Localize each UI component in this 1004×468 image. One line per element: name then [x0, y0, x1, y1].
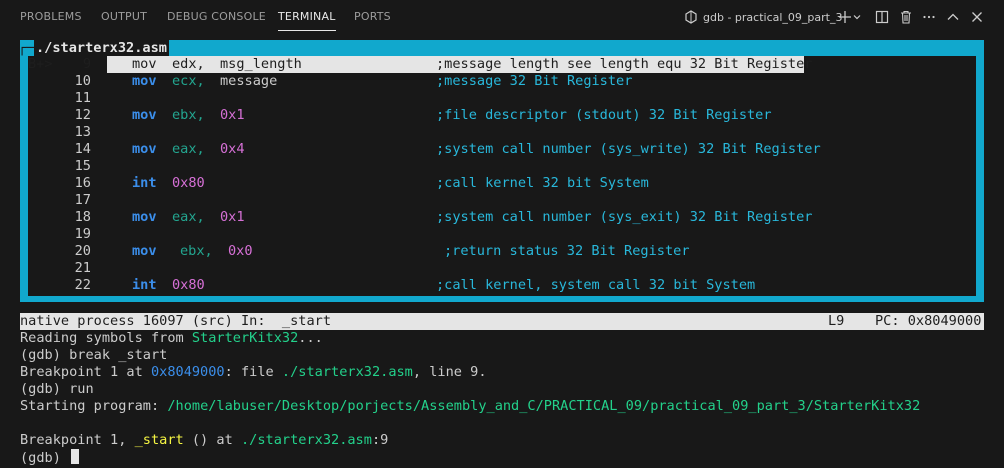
- tab-debug-console[interactable]: DEBUG CONSOLE: [167, 10, 266, 23]
- console-line: (gdb) run: [20, 381, 94, 397]
- current-line: L9: [828, 313, 845, 329]
- source-line: 13: [28, 124, 976, 141]
- source-line: 19: [28, 226, 976, 243]
- comment: ;system call number (sys_write) 32 Bit R…: [436, 141, 821, 157]
- operand: msg_length: [220, 56, 302, 72]
- ellipsis-icon[interactable]: [920, 8, 938, 26]
- line-number: 21: [74, 260, 91, 276]
- comment: ;call kernel 32 bit System: [436, 175, 649, 191]
- source-line: 22 int 0x80 ;call kernel, system call 32 bi…: [28, 277, 976, 294]
- instruction: mov: [132, 107, 157, 123]
- comment: ;return status 32 Bit Register: [444, 243, 690, 259]
- panel-tab-bar: PROBLEMS OUTPUT DEBUG CONSOLE TERMINAL P…: [0, 0, 1004, 34]
- comment: ;message 32 Bit Register: [436, 73, 633, 89]
- register: eax,: [172, 209, 205, 225]
- register: ebx,: [180, 243, 213, 259]
- console-line: (gdb) break _start: [20, 347, 168, 363]
- operand: 0x1: [220, 209, 245, 225]
- source-line: 10 mov ecx, message ;message 32 Bit Register: [28, 73, 976, 90]
- chevron-up-icon[interactable]: [944, 8, 962, 26]
- line-number: 13: [74, 124, 91, 140]
- instruction: mov: [132, 141, 157, 157]
- source-window-title: ./starterx32.asm: [18, 40, 169, 57]
- operand: 0x1: [220, 107, 245, 123]
- comment: ;file descriptor (stdout) 32 Bit Registe…: [436, 107, 772, 123]
- instruction: mov: [132, 209, 157, 225]
- operand: 0x80: [172, 277, 205, 293]
- console-line: Breakpoint 1, _start () at ./starterx32.…: [20, 432, 389, 448]
- source-line: 15: [28, 158, 976, 175]
- source-line: B+> 9 mov edx, msg_length ;message length see…: [28, 56, 976, 73]
- operand: 0x4: [220, 141, 245, 157]
- console-line: Starting program: /home/labuser/Desktop/…: [20, 398, 921, 414]
- operand: 0x0: [228, 243, 253, 259]
- process-status: native process 16097 (src) In: _start: [20, 313, 331, 329]
- register: edx,: [172, 56, 205, 72]
- tab-output[interactable]: OUTPUT: [101, 10, 147, 23]
- comment: ;message length see length equ 32 Bit Re…: [436, 56, 813, 72]
- operand: message: [220, 73, 278, 89]
- gdb-source-window: ./starterx32.asm B+> 9 mov edx, msg_length ;m…: [18, 40, 984, 302]
- comment: ;call kernel, system call 32 bit System: [436, 277, 756, 293]
- line-number: 22: [74, 277, 91, 293]
- split-icon[interactable]: [873, 8, 891, 26]
- tab-ports[interactable]: PORTS: [354, 10, 391, 23]
- source-line: 11: [28, 90, 976, 107]
- line-number: 11: [74, 90, 91, 106]
- line-number: 17: [74, 192, 91, 208]
- instruction: int: [132, 175, 157, 191]
- register: ebx,: [172, 107, 205, 123]
- line-number: 14: [74, 141, 91, 157]
- instruction: int: [132, 277, 157, 293]
- source-line: 17: [28, 192, 976, 209]
- line-number: 16: [74, 175, 91, 191]
- line-number: 10: [74, 73, 91, 89]
- line-number: 12: [74, 107, 91, 123]
- register: eax,: [172, 141, 205, 157]
- operand: 0x80: [172, 175, 205, 191]
- tab-terminal[interactable]: TERMINAL: [278, 10, 336, 31]
- trash-icon[interactable]: [897, 8, 915, 26]
- source-line: 12 mov ebx, 0x1 ;file descriptor (stdout) 32…: [28, 107, 976, 124]
- comment: ;system call number (sys_exit) 32 Bit Re…: [436, 209, 813, 225]
- register: ecx,: [172, 73, 205, 89]
- terminal-name: gdb - practical_09_part_3: [703, 10, 843, 24]
- line-number: 18: [74, 209, 91, 225]
- source-line: 16 int 0x80 ;call kernel 32 bit System: [28, 175, 976, 192]
- chevron-down-icon[interactable]: [851, 8, 863, 26]
- breakpoint-marker: B+>: [28, 56, 53, 72]
- source-line: 20 mov ebx, 0x0 ;return status 32 Bit Regist…: [28, 243, 976, 260]
- source-line: 21: [28, 260, 976, 277]
- source-line: 18 mov eax, 0x1 ;system call number (sys_exi…: [28, 209, 976, 226]
- console-line: Breakpoint 1 at 0x8049000: file ./starte…: [20, 364, 487, 380]
- terminal-cursor: [71, 449, 80, 464]
- line-number: 15: [74, 158, 91, 174]
- source-listing: B+> 9 mov edx, msg_length ;message length see…: [28, 56, 976, 296]
- line-number: 20: [74, 243, 91, 259]
- program-counter: PC: 0x8049000: [875, 313, 982, 329]
- instruction: mov: [132, 73, 157, 89]
- instruction: mov: [132, 56, 157, 72]
- tab-problems[interactable]: PROBLEMS: [20, 10, 82, 23]
- close-icon[interactable]: [968, 8, 986, 26]
- terminal-selector[interactable]: gdb - practical_09_part_3: [684, 8, 842, 26]
- terminal-icon: [685, 10, 697, 24]
- console-line: Reading symbols from StarterKitx32...: [20, 330, 323, 346]
- source-line: 14 mov eax, 0x4 ;system call number (sys_wri…: [28, 141, 976, 158]
- line-number: 9: [82, 56, 91, 72]
- gdb-prompt[interactable]: (gdb): [20, 449, 80, 466]
- line-number: 19: [74, 226, 91, 242]
- terminal-panel[interactable]: ./starterx32.asm B+> 9 mov edx, msg_length ;m…: [0, 34, 1004, 468]
- gdb-status-bar: native process 16097 (src) In: _start L9…: [20, 313, 984, 330]
- instruction: mov: [132, 243, 157, 259]
